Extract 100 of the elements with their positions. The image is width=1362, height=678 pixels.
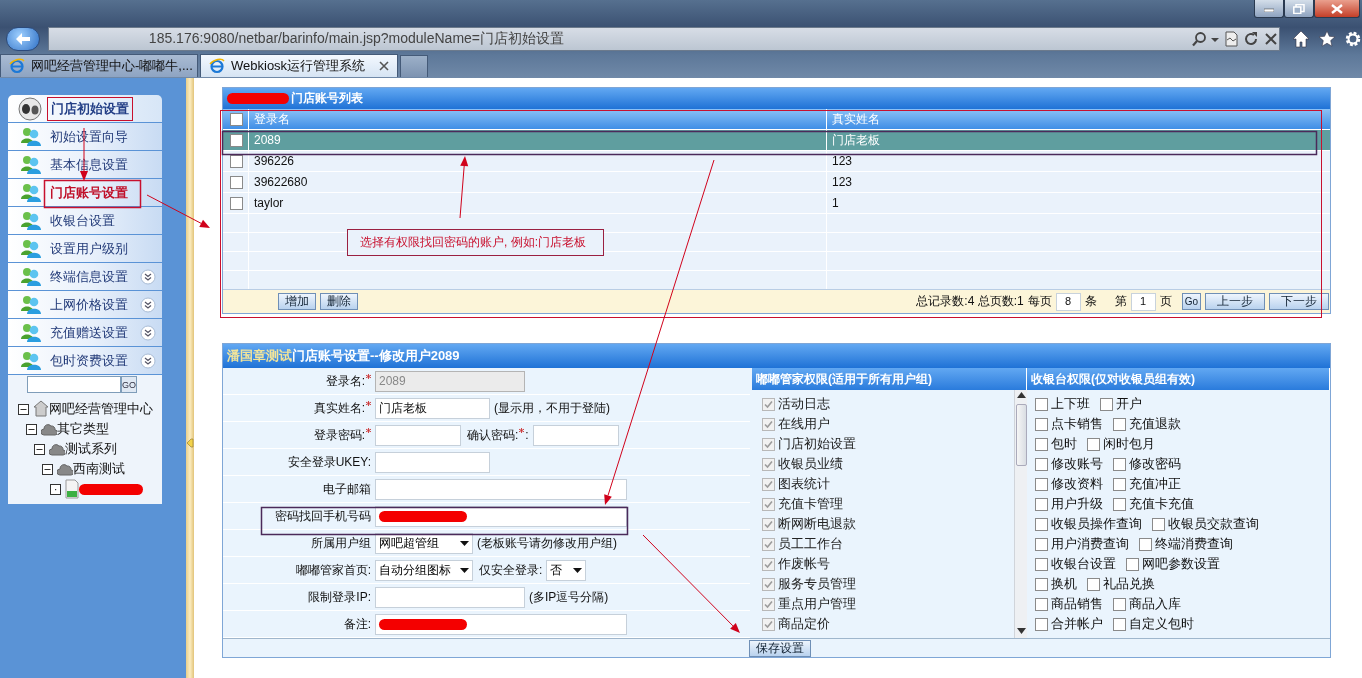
checkbox[interactable] bbox=[1113, 617, 1126, 631]
collapse-icon[interactable] bbox=[34, 443, 45, 455]
checkbox-label: 重点用户管理 bbox=[778, 595, 856, 613]
double-chevron-icon[interactable] bbox=[140, 352, 156, 369]
sidebar-item[interactable]: 收银台设置 bbox=[8, 207, 162, 234]
sphere-icon bbox=[17, 96, 43, 121]
tree-label[interactable]: 网吧经营管理中心 bbox=[49, 400, 153, 418]
arrow-icon[interactable] bbox=[186, 438, 194, 448]
refresh-icon[interactable] bbox=[1243, 30, 1259, 47]
tree-search-field[interactable] bbox=[27, 376, 121, 393]
input-field[interactable] bbox=[375, 451, 490, 473]
checkbox[interactable] bbox=[230, 175, 243, 189]
field-hint: (老板账号请勿修改用户组) bbox=[477, 534, 617, 552]
new-tab-button[interactable] bbox=[400, 55, 428, 77]
sidebar-item[interactable]: 终端信息设置 bbox=[8, 263, 162, 290]
scrollbar-thumb[interactable] bbox=[1015, 404, 1027, 466]
toolbar-button[interactable]: 增加 bbox=[278, 293, 316, 310]
sidebar-item[interactable]: 上网价格设置 bbox=[8, 291, 162, 318]
checkbox[interactable] bbox=[1035, 417, 1048, 431]
collapse-icon[interactable] bbox=[18, 403, 29, 415]
caret-icon bbox=[460, 540, 469, 546]
checkbox[interactable] bbox=[1035, 517, 1048, 531]
sidebar-item[interactable]: 包时资费设置 bbox=[8, 347, 162, 374]
checkbox[interactable] bbox=[1113, 417, 1126, 431]
checkbox[interactable] bbox=[1126, 557, 1139, 571]
browser-tab[interactable]: Webkiosk运行管理系统 bbox=[200, 54, 398, 77]
checkbox[interactable] bbox=[1087, 437, 1100, 451]
close-icon[interactable] bbox=[379, 61, 389, 71]
sidebar-item[interactable]: 门店账号设置 bbox=[8, 179, 162, 206]
collapse-icon[interactable] bbox=[26, 423, 37, 435]
input-field[interactable] bbox=[375, 478, 627, 500]
sidebar-item[interactable]: 设置用户级别 bbox=[8, 235, 162, 262]
input-field[interactable] bbox=[375, 505, 627, 527]
checkbox[interactable] bbox=[1113, 497, 1126, 511]
previous-button[interactable]: 上一步 bbox=[1205, 293, 1265, 310]
page-number-field[interactable]: 1 bbox=[1130, 292, 1156, 311]
field-label: 限制登录IP: bbox=[307, 588, 371, 606]
next-button[interactable]: 下一步 bbox=[1269, 293, 1329, 310]
collapse-icon[interactable] bbox=[42, 463, 53, 475]
table-row[interactable]: 396226 123 bbox=[223, 150, 1330, 171]
checkbox[interactable] bbox=[1152, 517, 1165, 531]
browser-tab[interactable]: 网吧经营管理中心-嘟嘟牛,... bbox=[0, 54, 198, 77]
double-chevron-icon[interactable] bbox=[140, 324, 156, 341]
checkbox[interactable] bbox=[1113, 477, 1126, 491]
checkbox[interactable] bbox=[230, 133, 243, 147]
checkbox[interactable] bbox=[1035, 437, 1048, 451]
input-field[interactable] bbox=[375, 613, 627, 635]
double-chevron-icon[interactable] bbox=[140, 268, 156, 285]
broken-page-icon[interactable] bbox=[1223, 30, 1239, 47]
gear-icon[interactable] bbox=[1344, 29, 1362, 48]
tree-label[interactable]: 测试系列 bbox=[65, 440, 117, 458]
field-label: 登录名: bbox=[223, 372, 371, 390]
back-button[interactable] bbox=[6, 26, 40, 51]
field-label: 备注: bbox=[342, 615, 371, 633]
restore-button[interactable] bbox=[1284, 0, 1314, 18]
checkbox[interactable] bbox=[1139, 537, 1152, 551]
checkbox[interactable] bbox=[1035, 537, 1048, 551]
checkbox[interactable] bbox=[1100, 397, 1113, 411]
checkbox[interactable] bbox=[1035, 477, 1048, 491]
dropdown[interactable]: 自动分组图标 bbox=[375, 559, 473, 581]
dropdown[interactable]: 网吧超管组 bbox=[375, 532, 473, 554]
address-bar[interactable]: 185.176:9080/netbar/barinfo/main.jsp?moduleName=门店初始设置 bbox=[47, 26, 1280, 51]
tree-label[interactable]: 西南测试 bbox=[73, 460, 125, 478]
search-icon[interactable] bbox=[1191, 30, 1207, 47]
checkbox[interactable] bbox=[1035, 497, 1048, 511]
toolbar-button[interactable]: 删除 bbox=[320, 293, 358, 310]
input-field[interactable]: 门店老板 bbox=[375, 397, 490, 419]
checkbox[interactable] bbox=[1035, 597, 1048, 611]
checkbox[interactable] bbox=[1113, 597, 1126, 611]
close-button[interactable] bbox=[1314, 0, 1360, 18]
checkbox[interactable] bbox=[230, 154, 243, 168]
star-icon[interactable] bbox=[1318, 29, 1336, 48]
dropdown[interactable]: 否 bbox=[546, 559, 587, 581]
checkbox[interactable] bbox=[1113, 457, 1126, 471]
annotation-arrow bbox=[459, 156, 469, 219]
go-button[interactable]: Go bbox=[1181, 293, 1201, 310]
page-size-field[interactable]: 8 bbox=[1055, 292, 1081, 311]
checkbox[interactable] bbox=[230, 112, 243, 126]
input-field[interactable] bbox=[532, 424, 619, 446]
table-row[interactable]: 39622680 123 bbox=[223, 171, 1330, 192]
tree-label[interactable]: 其它类型 bbox=[57, 420, 109, 438]
save-button[interactable]: 保存设置 bbox=[749, 640, 811, 657]
checkbox[interactable] bbox=[1087, 577, 1100, 591]
input-field[interactable] bbox=[375, 424, 461, 446]
checkbox[interactable] bbox=[1035, 617, 1048, 631]
close-icon[interactable] bbox=[1263, 30, 1279, 47]
double-chevron-icon[interactable] bbox=[140, 296, 156, 313]
go-button[interactable]: GO bbox=[121, 376, 137, 393]
checkbox[interactable] bbox=[1035, 457, 1048, 471]
table-row[interactable]: taylor 1 bbox=[223, 192, 1330, 213]
checkbox[interactable] bbox=[1035, 397, 1048, 411]
input-field[interactable] bbox=[375, 586, 525, 608]
home-icon[interactable] bbox=[1292, 29, 1310, 48]
checkbox[interactable] bbox=[230, 196, 243, 210]
minimize-button[interactable] bbox=[1254, 0, 1284, 18]
scrollbar[interactable] bbox=[1014, 390, 1027, 638]
checkbox[interactable] bbox=[1035, 557, 1048, 571]
checkbox-label: 闲时包月 bbox=[1103, 435, 1155, 453]
sidebar-item[interactable]: 充值赠送设置 bbox=[8, 319, 162, 346]
checkbox[interactable] bbox=[1035, 577, 1048, 591]
